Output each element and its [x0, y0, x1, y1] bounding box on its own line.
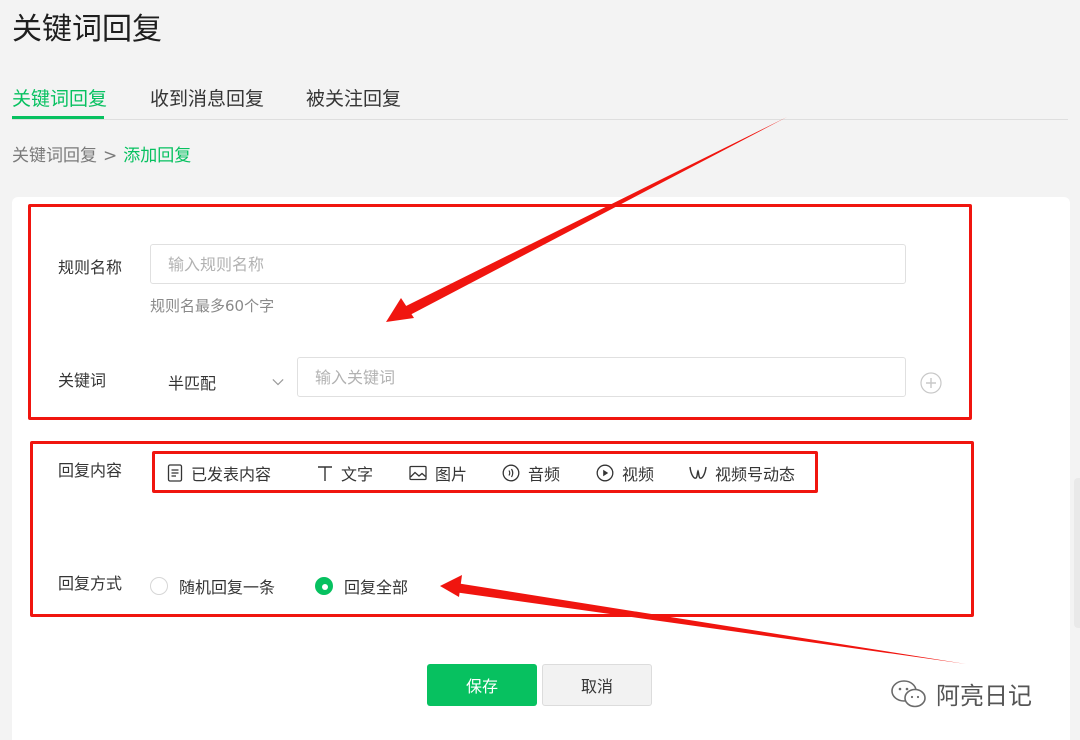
active-tab-indicator [12, 116, 104, 119]
tab-message-reply[interactable]: 收到消息回复 [150, 86, 264, 112]
video-icon [596, 464, 614, 482]
reply-content-toolbar: 已发表内容 文字 图片 音频 视频 视频号动态 [167, 461, 817, 485]
cancel-button[interactable]: 取消 [542, 664, 652, 706]
tab-keyword-reply[interactable]: 关键词回复 [12, 86, 107, 112]
wechat-icon [891, 679, 926, 707]
radio-label: 随机回复一条 [179, 578, 276, 597]
keyword-label: 关键词 [58, 371, 107, 390]
tool-label: 视频 [622, 465, 655, 484]
text-icon [318, 466, 332, 481]
rule-name-label: 规则名称 [58, 258, 123, 277]
rule-name-hint: 规则名最多60个字 [150, 297, 275, 315]
tab-bar: 关键词回复 收到消息回复 被关注回复 [12, 84, 1068, 120]
tool-label: 文字 [341, 465, 374, 484]
rule-name-input[interactable] [150, 244, 906, 284]
watermark: 阿亮日记 [890, 676, 1032, 711]
radio-random-one[interactable]: 随机回复一条 [150, 574, 275, 598]
page-title: 关键词回复 [12, 12, 162, 47]
reply-content-label: 回复内容 [58, 461, 123, 480]
form-card: 规则名称 规则名最多60个字 关键词 半匹配 回复内容 已发表内容 文字 [12, 197, 1070, 740]
tool-label: 音频 [528, 465, 561, 484]
tool-label: 已发表内容 [191, 465, 272, 484]
side-panel-edge[interactable] [1074, 478, 1080, 628]
channels-icon [689, 466, 707, 479]
breadcrumb-separator: > [103, 146, 118, 166]
tool-text[interactable]: 文字 [317, 461, 373, 485]
match-mode-select[interactable]: 半匹配 [168, 362, 308, 402]
tool-audio[interactable]: 音频 [502, 461, 560, 485]
match-mode-value: 半匹配 [168, 374, 217, 393]
breadcrumb-current: 添加回复 [123, 146, 192, 166]
audio-icon [502, 464, 520, 482]
watermark-text: 阿亮日记 [936, 682, 1032, 710]
keyword-input[interactable] [297, 357, 906, 397]
tool-label: 图片 [435, 465, 468, 484]
radio-unchecked-icon [150, 577, 168, 595]
radio-checked-icon [315, 577, 333, 595]
breadcrumb-parent[interactable]: 关键词回复 [12, 146, 97, 166]
tab-follow-reply[interactable]: 被关注回复 [306, 86, 401, 112]
breadcrumb: 关键词回复 > 添加回复 [12, 144, 191, 168]
tool-video[interactable]: 视频 [596, 461, 654, 485]
save-button[interactable]: 保存 [427, 664, 537, 706]
document-icon [167, 464, 183, 482]
tool-channels[interactable]: 视频号动态 [689, 461, 795, 485]
reply-mode-label: 回复方式 [58, 574, 123, 593]
tool-image[interactable]: 图片 [409, 461, 467, 485]
tool-published-content[interactable]: 已发表内容 [167, 461, 271, 485]
add-keyword-icon[interactable] [920, 372, 942, 394]
radio-label: 回复全部 [344, 578, 409, 597]
chevron-down-icon [272, 379, 284, 386]
image-icon [409, 465, 427, 481]
tool-label: 视频号动态 [715, 465, 796, 484]
radio-reply-all[interactable]: 回复全部 [315, 574, 408, 598]
